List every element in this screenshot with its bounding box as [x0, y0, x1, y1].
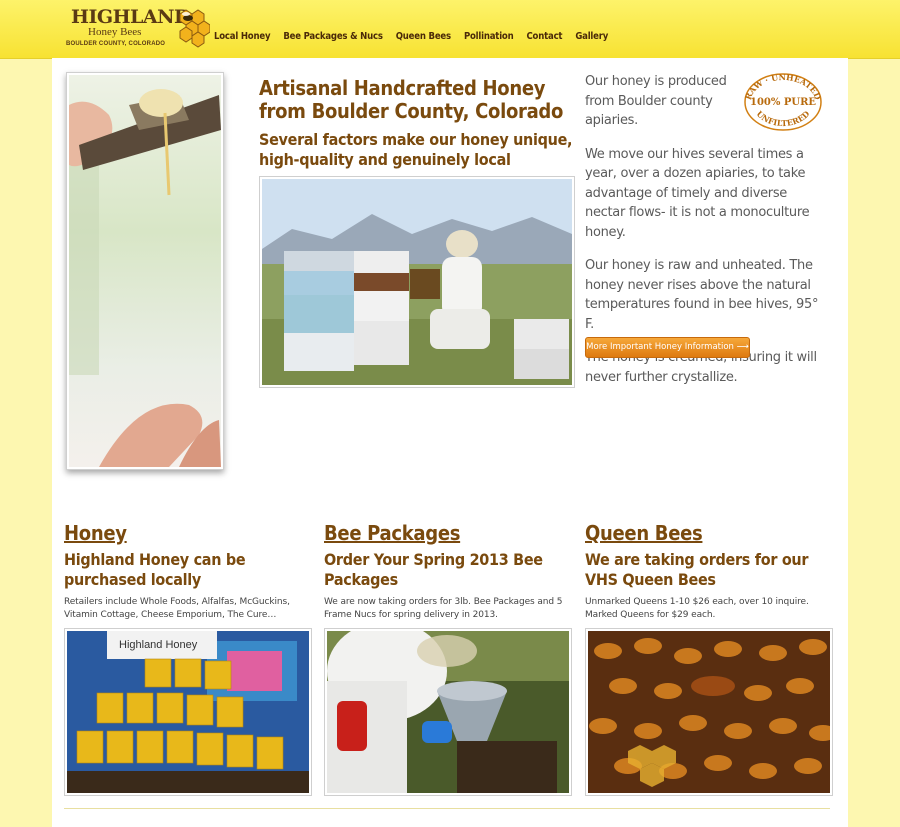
column-bee-packages-desc: We are now taking orders for 3lb. Bee Pa…: [324, 597, 563, 620]
beekeeper-hives-photo: [259, 176, 575, 388]
column-honey-desc: Retailers include Whole Foods, Alfalfas,…: [64, 597, 290, 620]
fact-3: Our honey is raw and unheated. The honey…: [585, 258, 819, 332]
raw-unheated-pure-seal: RAW · UNHEATED 100% PURE UNFILTERED: [743, 72, 823, 131]
column-bee-packages-title[interactable]: Bee Packages: [324, 520, 572, 546]
honey-sign-text: Highland Honey: [119, 639, 198, 651]
column-bee-packages: Bee Packages Order Your Spring 2013 Bee …: [324, 520, 572, 796]
honey-jars-photo[interactable]: Highland Honey: [64, 628, 312, 796]
nav-gallery[interactable]: Gallery: [575, 31, 608, 42]
column-queen-bees: Queen Bees We are taking orders for our …: [585, 520, 837, 796]
column-bee-packages-subtitle: Order Your Spring 2013 Bee Packages: [324, 550, 543, 589]
nav-queen-bees[interactable]: Queen Bees: [396, 31, 451, 42]
nav-local-honey[interactable]: Local Honey: [214, 31, 271, 42]
main-nav: Local Honey Bee Packages & Nucs Queen Be…: [214, 31, 621, 42]
fact-2: We move our hives several times a year, …: [585, 146, 810, 240]
column-honey-subtitle: Highland Honey can be purchased locally: [64, 550, 246, 589]
site-header: HIGHLAND Honey Bees BOULDER COUNTY, COLO…: [0, 0, 900, 59]
nav-contact[interactable]: Contact: [526, 31, 562, 42]
footer-divider: [64, 808, 830, 809]
hero-subtitle: Several factors make our honey unique, h…: [259, 130, 573, 169]
hero-title: Artisanal Handcrafted Honey from Boulder…: [259, 76, 564, 123]
column-honey-title[interactable]: Honey: [64, 520, 312, 546]
nav-pollination[interactable]: Pollination: [464, 31, 514, 42]
column-honey: Honey Highland Honey can be purchased lo…: [64, 520, 312, 796]
seal-center-text: 100% PURE: [750, 97, 816, 108]
logo-subtitle: Honey Bees: [88, 26, 142, 38]
honeycomb-bee-icon: [179, 9, 210, 48]
column-queen-bees-desc: Unmarked Queens 1-10 $26 each, over 10 i…: [585, 597, 809, 620]
more-honey-info-button[interactable]: More Important Honey Information ⟶: [585, 337, 750, 358]
column-queen-bees-subtitle: We are taking orders for our VHS Queen B…: [585, 550, 809, 589]
queen-bees-photo[interactable]: [585, 628, 837, 796]
bee-package-photo[interactable]: [324, 621, 572, 796]
logo-location: BOULDER COUNTY, COLORADO: [66, 41, 166, 47]
column-queen-bees-title[interactable]: Queen Bees: [585, 520, 833, 546]
fact-1: Our honey is produced from Boulder count…: [585, 74, 727, 128]
logo-title: HIGHLAND: [71, 6, 190, 28]
site-logo[interactable]: HIGHLAND Honey Bees BOULDER COUNTY, COLO…: [66, 4, 210, 54]
nav-bee-packages[interactable]: Bee Packages & Nucs: [283, 31, 383, 42]
honey-dipper-photo: [66, 72, 224, 470]
